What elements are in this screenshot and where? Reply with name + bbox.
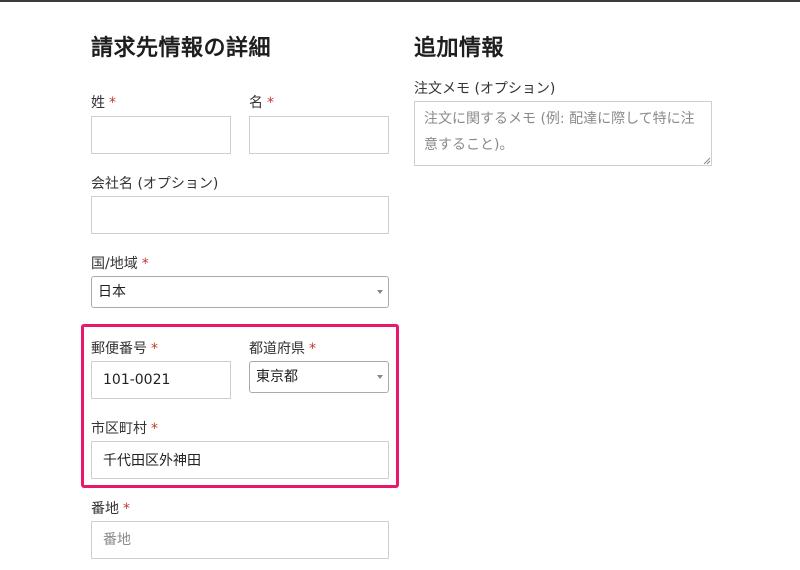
country-label: 国/地域 * (91, 253, 149, 273)
order-notes-label: 注文メモ (オプション) (414, 81, 556, 97)
city-label: 市区町村 * (91, 418, 158, 438)
required-asterisk: * (151, 421, 158, 437)
postcode-input[interactable] (91, 361, 231, 399)
chevron-down-icon (377, 290, 383, 294)
additional-heading: 追加情報 (414, 36, 505, 61)
state-select[interactable]: 東京都 (249, 361, 389, 393)
required-asterisk: * (141, 256, 149, 272)
country-select[interactable]: 日本 (91, 276, 389, 308)
postcode-label-text: 郵便番号 (91, 341, 147, 357)
postcode-label: 郵便番号 * (91, 338, 158, 358)
address-label-text: 番地 (91, 501, 119, 517)
company-label: 会社名 (オプション) (91, 176, 219, 192)
required-asterisk: * (309, 341, 316, 357)
chevron-down-icon (377, 375, 383, 379)
address-label: 番地 * (91, 498, 130, 518)
required-asterisk: * (267, 95, 274, 111)
state-label: 都道府県 * (249, 338, 316, 358)
country-selected-value: 日本 (98, 284, 126, 300)
city-label-text: 市区町村 (91, 421, 147, 437)
last-name-input[interactable] (91, 116, 231, 154)
resize-grip-icon[interactable] (703, 157, 711, 165)
order-notes-textarea[interactable] (414, 101, 712, 166)
required-asterisk: * (109, 95, 116, 111)
first-name-label: 名 * (249, 92, 274, 112)
city-input[interactable] (91, 441, 389, 479)
top-border (0, 0, 800, 2)
last-name-label-text: 姓 (91, 95, 105, 111)
state-selected-value: 東京都 (256, 369, 298, 385)
required-asterisk: * (151, 341, 158, 357)
state-label-text: 都道府県 (249, 341, 305, 357)
first-name-input[interactable] (249, 116, 389, 154)
company-input[interactable] (91, 196, 389, 234)
first-name-label-text: 名 (249, 95, 263, 111)
billing-heading: 請求先情報の詳細 (91, 36, 272, 61)
required-asterisk: * (123, 501, 130, 517)
last-name-label: 姓 * (91, 92, 116, 112)
country-label-text: 国/地域 (91, 256, 138, 272)
address-input[interactable] (91, 521, 389, 559)
